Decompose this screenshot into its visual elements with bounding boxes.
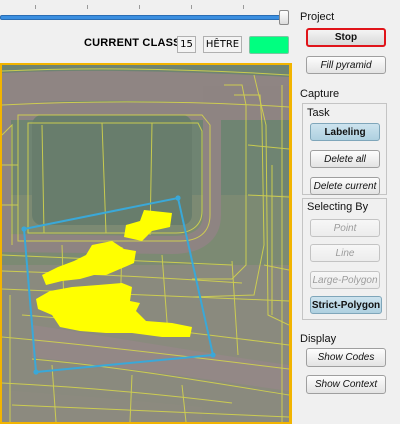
slider-track[interactable] — [0, 15, 288, 20]
control-panel: Project Stop Fill pyramid Capture Task L… — [296, 0, 400, 424]
slider-thumb[interactable] — [279, 10, 289, 25]
line-mode-button[interactable]: Line — [310, 244, 380, 262]
task-group: Task Labeling Delete all Delete current — [302, 103, 387, 195]
slider-tick — [139, 5, 140, 9]
class-color-swatch[interactable] — [249, 36, 289, 54]
image-canvas[interactable] — [0, 63, 292, 424]
selecting-by-title: Selecting By — [307, 201, 369, 213]
project-section-title: Project — [300, 11, 335, 23]
point-mode-button[interactable]: Point — [310, 219, 380, 237]
delete-all-button[interactable]: Delete all — [310, 150, 380, 168]
show-codes-button[interactable]: Show Codes — [306, 348, 386, 367]
display-section-title: Display — [300, 333, 337, 345]
slider-tick — [87, 5, 88, 9]
show-context-button[interactable]: Show Context — [306, 375, 386, 394]
selecting-by-group: Selecting By Point Line Large-Polygon St… — [302, 198, 387, 320]
class-number-field[interactable]: 15 — [177, 36, 196, 53]
delete-current-button[interactable]: Delete current — [310, 177, 380, 195]
zoom-slider[interactable] — [0, 0, 296, 34]
current-class-label: CURRENT CLASS: — [84, 37, 185, 49]
task-group-title: Task — [307, 107, 330, 119]
strict-polygon-mode-button[interactable]: Strict-Polygon — [310, 296, 382, 314]
capture-section-title: Capture — [300, 88, 340, 100]
slider-tick — [243, 5, 244, 9]
slider-tick — [35, 5, 36, 9]
large-polygon-mode-button[interactable]: Large-Polygon — [310, 271, 380, 289]
stop-button[interactable]: Stop — [306, 28, 386, 47]
aerial-image — [2, 65, 289, 422]
labeling-button[interactable]: Labeling — [310, 123, 380, 141]
class-name-field[interactable]: HÊTRE — [203, 36, 242, 53]
fill-pyramid-button[interactable]: Fill pyramid — [306, 56, 386, 74]
slider-tick — [191, 5, 192, 9]
